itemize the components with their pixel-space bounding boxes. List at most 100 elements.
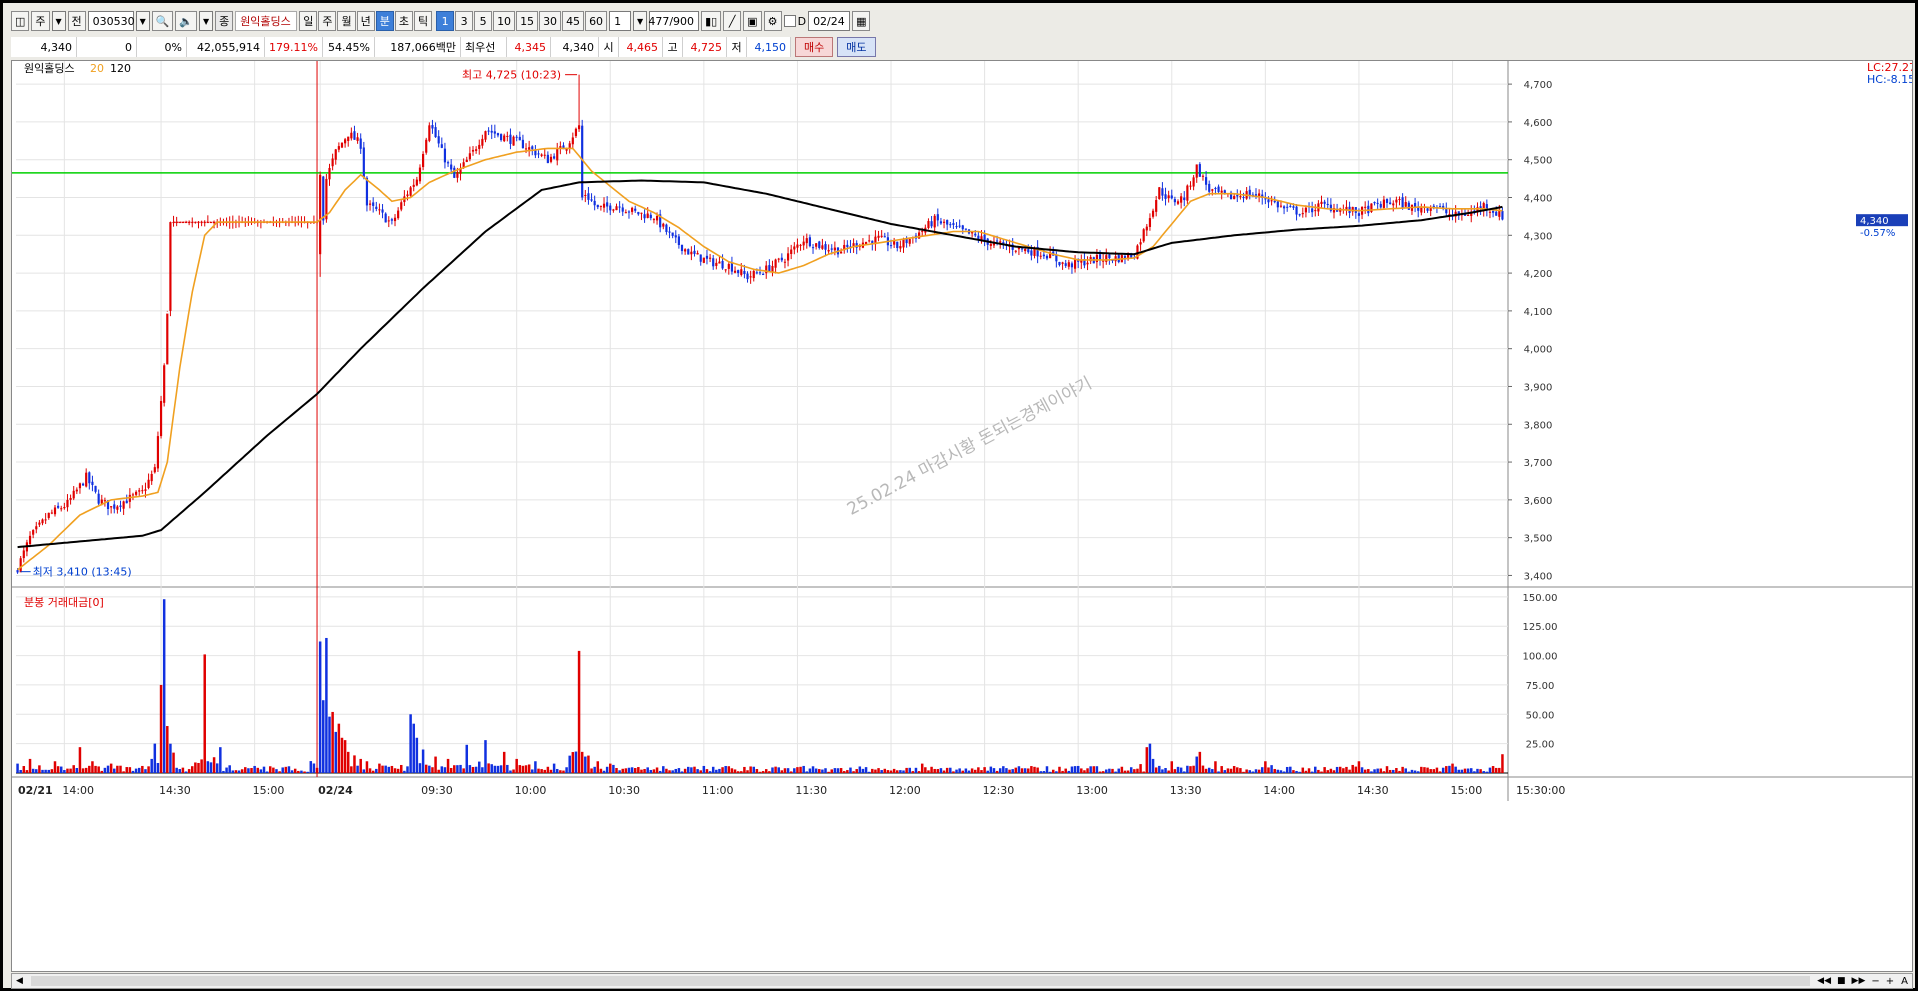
- layout-icon[interactable]: ◫: [11, 11, 30, 31]
- save-icon[interactable]: ▣: [743, 11, 762, 31]
- volume-bar: [1189, 766, 1192, 773]
- play-next-icon[interactable]: ▶▶: [1849, 976, 1869, 986]
- candle-body: [418, 167, 422, 182]
- font-icon[interactable]: A: [1897, 976, 1912, 987]
- volume-bar: [356, 765, 359, 773]
- candle-body: [1301, 213, 1304, 215]
- stock-code-input[interactable]: 030530: [87, 11, 135, 31]
- volume-bar: [1164, 768, 1167, 773]
- search-icon[interactable]: 🔍: [151, 11, 174, 31]
- period-button-0[interactable]: 일: [299, 11, 318, 31]
- volume-bar: [1351, 764, 1354, 773]
- volume-bar: [1198, 751, 1202, 773]
- period-button-2[interactable]: 월: [337, 11, 356, 31]
- period-button-4[interactable]: 분: [375, 11, 394, 31]
- candle-body: [805, 238, 808, 244]
- calendar-icon[interactable]: ▦: [852, 11, 871, 31]
- volume-bar: [212, 757, 216, 773]
- candle-body: [721, 260, 724, 269]
- volume-bar: [31, 768, 35, 773]
- time-label: 15:00: [253, 784, 285, 797]
- interval-button-5[interactable]: 5: [474, 11, 493, 31]
- interval-button-60[interactable]: 60: [585, 11, 608, 31]
- volume-bar: [1055, 771, 1058, 773]
- interval-button-45[interactable]: 45: [562, 11, 585, 31]
- stop-icon[interactable]: ■: [1834, 976, 1849, 986]
- price-tick-label: 3,700: [1524, 458, 1553, 469]
- volume-bar: [287, 766, 291, 773]
- volume-bar: [1488, 767, 1492, 773]
- volume-bar: [141, 765, 144, 773]
- volume-bar: [1329, 768, 1333, 773]
- candle-body: [100, 499, 103, 504]
- period-buttons: 일주월년분초틱: [299, 11, 433, 31]
- price-tick-label: 4,300: [1524, 231, 1553, 242]
- period-button-5[interactable]: 초: [394, 11, 413, 31]
- interval-button-10[interactable]: 10: [493, 11, 516, 31]
- speaker-dropdown-icon[interactable]: ▼: [199, 11, 214, 31]
- candle-body: [880, 235, 883, 237]
- market-select[interactable]: 주: [31, 11, 50, 31]
- zoom-in-icon[interactable]: +: [1883, 976, 1897, 987]
- draw-icon[interactable]: ╱: [723, 11, 742, 31]
- speaker-icon[interactable]: 🔈: [175, 11, 198, 31]
- volume-bar: [942, 770, 946, 773]
- date-input[interactable]: 02/24: [808, 11, 851, 31]
- candle-body: [1233, 196, 1236, 200]
- chart-svg[interactable]: 3,400 3,500 3,600 3,700 3,800 3,900 4,000 4,100…: [12, 61, 1916, 971]
- bar-count-input[interactable]: 477/900: [648, 11, 700, 31]
- scroll-track[interactable]: [30, 976, 1811, 986]
- volume-bar: [1398, 770, 1401, 773]
- volume-bar: [743, 766, 746, 773]
- date-checkbox[interactable]: D: [783, 15, 806, 28]
- gear-icon[interactable]: ⚙: [763, 11, 782, 31]
- scroll-bar[interactable]: ◀ ◀◀ ■ ▶▶ − + A: [11, 973, 1913, 989]
- prefix-button[interactable]: 전: [67, 11, 86, 31]
- volume-bar: [1217, 771, 1220, 773]
- checkbox-icon[interactable]: [783, 15, 796, 27]
- volume-bar: [390, 765, 394, 773]
- volume-bar: [662, 766, 665, 773]
- scroll-left-icon[interactable]: ◀: [12, 976, 27, 986]
- multiplier-dropdown-icon[interactable]: ▼: [633, 11, 648, 31]
- volume-bar: [886, 770, 890, 773]
- chevron-down-icon[interactable]: ▼: [51, 11, 66, 31]
- candle-body: [425, 139, 428, 153]
- code-dropdown-icon[interactable]: ▼: [135, 11, 150, 31]
- volume-bar: [967, 770, 971, 773]
- time-label: 14:30: [1357, 784, 1389, 797]
- price-tick-label: 3,500: [1524, 534, 1553, 545]
- candle-body: [1289, 205, 1292, 207]
- volume-bar: [1048, 771, 1052, 773]
- price-tick-label: 4,100: [1524, 307, 1553, 318]
- volume-bar: [814, 768, 818, 773]
- interval-button-15[interactable]: 15: [516, 11, 539, 31]
- zoom-out-icon[interactable]: −: [1868, 976, 1882, 987]
- candle-body: [156, 436, 160, 469]
- interval-button-3[interactable]: 3: [455, 11, 474, 31]
- stock-name[interactable]: 원익홀딩스: [235, 11, 298, 31]
- chart-tools-icon[interactable]: ▮▯: [701, 11, 722, 31]
- chart-area[interactable]: 3,400 3,500 3,600 3,700 3,800 3,900 4,000 4,100…: [11, 60, 1916, 972]
- volume-bar: [1126, 770, 1130, 773]
- play-prev-icon[interactable]: ◀◀: [1814, 976, 1834, 986]
- volume-bar: [877, 768, 880, 773]
- sell-button[interactable]: 매도: [837, 37, 876, 57]
- volume-bar: [440, 766, 444, 773]
- volume-bar: [584, 756, 587, 773]
- volume-bar: [1089, 766, 1092, 773]
- volume-bar: [1226, 768, 1230, 773]
- interval-button-1[interactable]: 1: [436, 11, 455, 31]
- buy-button[interactable]: 매수: [795, 37, 834, 57]
- volume-bar: [384, 765, 387, 773]
- interval-button-30[interactable]: 30: [539, 11, 562, 31]
- multiplier-input[interactable]: 1: [609, 11, 632, 31]
- candle-body: [119, 505, 122, 507]
- volume-bar: [768, 771, 771, 773]
- volume-bar: [443, 767, 447, 773]
- period-button-3[interactable]: 년: [356, 11, 375, 31]
- time-label: 15:30:00: [1516, 784, 1565, 797]
- volume-bar: [871, 768, 874, 773]
- period-button-6[interactable]: 틱: [413, 11, 433, 31]
- period-button-1[interactable]: 주: [318, 11, 337, 31]
